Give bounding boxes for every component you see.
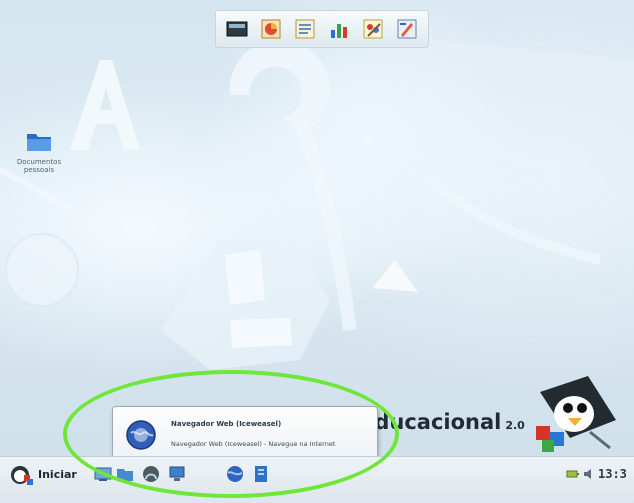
- brand-text: Educacional 2.0: [360, 410, 525, 434]
- system-tray: 13:3: [566, 467, 627, 481]
- globe-icon: [126, 420, 156, 450]
- document-icon: [295, 19, 315, 39]
- start-button[interactable]: Iniciar: [8, 463, 77, 485]
- folder-icon: [27, 134, 51, 151]
- penguin-logo: [536, 376, 616, 452]
- penguin-start-icon: [11, 466, 33, 485]
- ql-writer-button[interactable]: [292, 16, 318, 42]
- volume-icon[interactable]: [583, 467, 595, 481]
- presentation-icon: [261, 19, 281, 39]
- ql-draw-button[interactable]: [394, 16, 420, 42]
- desktop: Documentos pessoais Educacional 2.0 Naveg…: [0, 0, 634, 456]
- taskbar: Iniciar 13:3: [0, 456, 634, 503]
- quick-launch-bar: [215, 10, 429, 48]
- launcher-tooltip: Navegador Web (Iceweasel) Navegador Web …: [112, 406, 378, 456]
- battery-icon[interactable]: [566, 467, 580, 481]
- tooltip-title: Navegador Web (Iceweasel): [171, 420, 282, 428]
- brand-version: 2.0: [505, 419, 525, 432]
- computer-icon[interactable]: [168, 465, 186, 483]
- browser-icon[interactable]: [226, 465, 244, 483]
- paint-icon: [363, 19, 383, 39]
- tooltip-description: Navegador Web (Iceweasel) - Navegue na I…: [171, 440, 336, 448]
- brand-name: Educacional: [360, 410, 502, 434]
- network-icon[interactable]: [142, 465, 160, 483]
- clock[interactable]: 13:3: [598, 467, 627, 481]
- desktop-folder[interactable]: Documentos pessoais: [14, 130, 64, 174]
- writer-taskbar-icon[interactable]: [252, 465, 270, 483]
- start-label: Iniciar: [38, 467, 77, 481]
- ql-chart-button[interactable]: [326, 16, 352, 42]
- draw-icon: [397, 19, 417, 39]
- file-manager-icon[interactable]: [116, 465, 134, 483]
- ql-paint-button[interactable]: [360, 16, 386, 42]
- terminal-icon: [226, 21, 248, 37]
- chart-icon: [331, 24, 347, 38]
- desktop-show-icon[interactable]: [94, 465, 112, 483]
- ql-presentation-button[interactable]: [258, 16, 284, 42]
- ql-terminal-button[interactable]: [224, 16, 250, 42]
- desktop-folder-label: Documentos pessoais: [16, 158, 62, 174]
